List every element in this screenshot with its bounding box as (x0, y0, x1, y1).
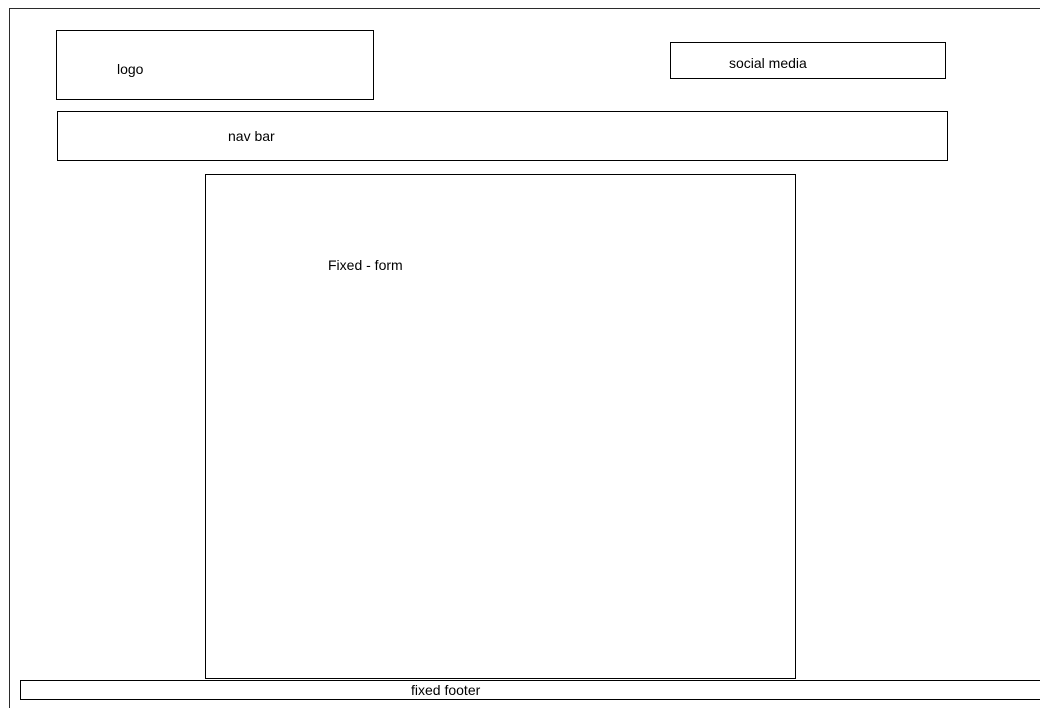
form-placeholder: Fixed - form (205, 174, 796, 679)
social-media-label: social media (729, 55, 807, 71)
footer-label: fixed footer (411, 682, 481, 698)
logo-placeholder: logo (56, 30, 374, 100)
form-label: Fixed - form (328, 257, 403, 273)
logo-label: logo (117, 61, 144, 77)
social-media-placeholder: social media (670, 42, 946, 79)
nav-bar-label: nav bar (228, 128, 275, 144)
footer-placeholder: fixed footer (20, 680, 1040, 700)
nav-bar-placeholder: nav bar (57, 111, 948, 161)
